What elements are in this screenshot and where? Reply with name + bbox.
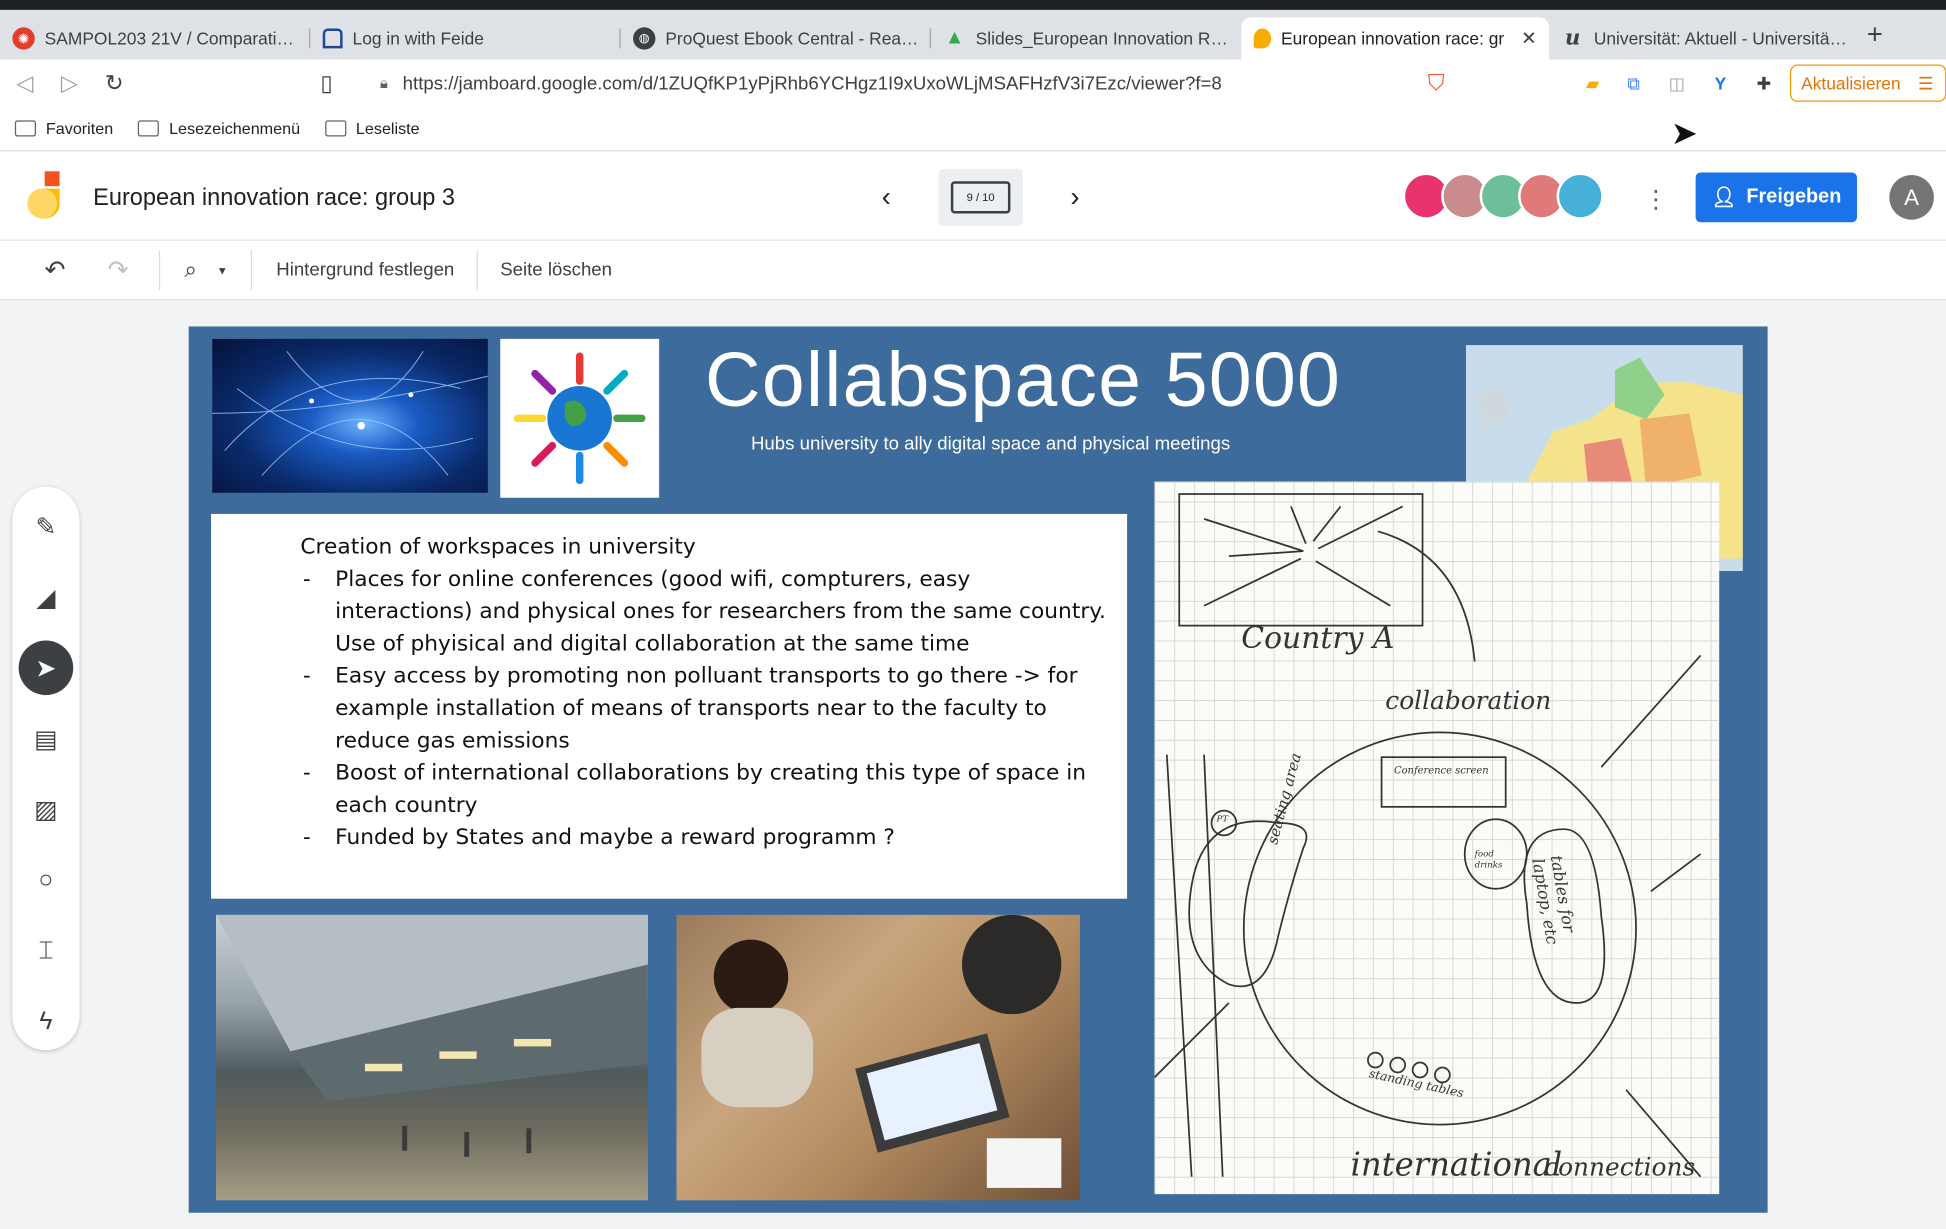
window-top-bar (0, 0, 1946, 10)
folder-icon (138, 120, 160, 137)
slide-subtitle[interactable]: Hubs university to ally digital space an… (751, 433, 1230, 454)
canvas-icon: ✺ (12, 27, 35, 50)
page-indicator: 9 / 10 (950, 181, 1011, 214)
tab-feide[interactable]: Log in with Feide (310, 17, 621, 59)
sketch-label-conference: Conference screen (1393, 764, 1489, 776)
laser-icon[interactable]: ϟ (19, 994, 74, 1049)
folder-icon (324, 120, 346, 137)
url-text: https://jamboard.google.com/d/1ZUQfKP1yP… (402, 72, 1222, 94)
tab-strip: ✺ SAMPOL203 21V / Comparative A Log in w… (0, 9, 1946, 60)
tab-universitaet[interactable]: u Universität: Aktuell - Universität E (1549, 17, 1859, 59)
person-icon: 👤︎ (1711, 187, 1737, 209)
divider (476, 250, 478, 290)
zoom-icon[interactable]: ⌕ (184, 240, 197, 300)
forward-icon[interactable]: ▷ (47, 70, 92, 96)
globe-icon: ◍ (633, 27, 656, 50)
sketch-label-collaboration: collaboration (1385, 685, 1552, 715)
feide-icon (322, 28, 343, 49)
prev-frame-icon[interactable]: ‹ (869, 181, 904, 213)
list-item: Places for online conferences (good wifi… (271, 564, 1127, 661)
list-item: Easy access by promoting non polluant tr… (271, 660, 1127, 757)
tab-proquest[interactable]: ◍ ProQuest Ebook Central - Reader (621, 17, 931, 59)
tool-sidebar: ✎ ◢ ➤ ▤ ▨ ○ ⌶ ϟ (12, 486, 80, 1051)
undo-icon[interactable]: ↶ (45, 240, 66, 300)
bullet-list: Places for online conferences (good wifi… (271, 564, 1127, 854)
lock-icon: 🔒︎ (379, 73, 388, 92)
mouse-cursor-icon: ➤ (1670, 114, 1698, 152)
bookmark-favoriten[interactable]: Favoriten (14, 119, 113, 138)
screen: ✺ SAMPOL203 21V / Comparative A Log in w… (0, 0, 1946, 1229)
browser-toolbar: ◁ ▷ ↻ ▯ 🔒︎ https://jamboard.google.com/d… (0, 59, 1946, 107)
jamboard-header: European innovation race: group 3 ‹ 9 / … (0, 151, 1946, 241)
circle-icon[interactable]: ○ (19, 853, 74, 908)
frame-pager: ‹ 9 / 10 › (869, 168, 1093, 226)
sketch-label-pt: PT (1216, 814, 1229, 825)
menu-icon: ☰ (1918, 72, 1934, 93)
jam-title[interactable]: European innovation race: group 3 (93, 185, 455, 212)
close-tab-icon[interactable]: ✕ (1521, 27, 1537, 50)
building-photo[interactable] (215, 914, 648, 1201)
back-icon[interactable]: ◁ (2, 70, 47, 96)
sketch-label-country: Country A (1241, 620, 1395, 656)
set-background-button[interactable]: Hintergrund festlegen (276, 240, 454, 300)
select-icon[interactable]: ➤ (18, 640, 74, 696)
pen-icon[interactable]: ✎ (19, 499, 74, 554)
folder-icon (14, 120, 36, 137)
next-frame-icon[interactable]: › (1058, 181, 1093, 213)
translate-icon[interactable]: ⧉ (1617, 67, 1649, 99)
chevron-down-icon[interactable]: ▼ (217, 240, 228, 300)
redo-icon[interactable]: ↷ (108, 240, 129, 300)
sketch-label-international: international (1350, 1146, 1563, 1185)
sticky-note-icon[interactable]: ▤ (19, 711, 74, 766)
jam-frame[interactable]: Collabspace 5000 Hubs university to ally… (188, 326, 1768, 1213)
uni-icon: u (1565, 26, 1581, 51)
office-icon[interactable]: ◫ (1661, 67, 1693, 99)
whiteboard-sketch[interactable]: Country A collaboration Conference scree… (1154, 481, 1720, 1195)
sketch-label-connections: connections (1544, 1151, 1696, 1182)
divider (158, 250, 160, 290)
list-item: Boost of international collaborations by… (271, 757, 1127, 822)
bookmark-icon[interactable]: ▯ (304, 71, 349, 97)
content-text-box[interactable]: Creation of workspaces in university Pla… (211, 513, 1128, 899)
content-heading: Creation of workspaces in university (300, 535, 696, 560)
slide-title[interactable]: Collabspace 5000 (705, 336, 1341, 424)
account-avatar[interactable]: A (1889, 175, 1934, 220)
divider (250, 250, 252, 290)
jamboard-icon (1253, 28, 1272, 49)
google-drive-icon: ▲ (944, 27, 965, 49)
brave-shield-icon[interactable]: ⛉ (1420, 67, 1452, 99)
meeting-photo[interactable] (676, 914, 1080, 1201)
people-globe-image[interactable] (500, 338, 660, 498)
bookmarks-bar: Favoriten Lesezeichenmenü Leseliste (0, 106, 1946, 152)
network-globe-image[interactable] (212, 338, 488, 493)
jam-toolbar: ↶ ↷ ⌕ ▼ Hintergrund festlegen Seite lösc… (0, 240, 1946, 301)
collaborator-avatars (1402, 172, 1604, 220)
image-icon[interactable]: ▨ (19, 782, 74, 837)
eraser-icon[interactable]: ◢ (19, 570, 74, 625)
avatar[interactable] (1556, 172, 1604, 220)
update-button[interactable]: Aktualisieren ☰ (1789, 64, 1946, 102)
share-button[interactable]: 👤︎ Freigeben (1695, 172, 1857, 223)
frame-bar-toggle[interactable]: 9 / 10 (938, 168, 1023, 226)
delete-page-button[interactable]: Seite löschen (500, 240, 612, 300)
bookmark-leseliste[interactable]: Leseliste (324, 119, 420, 138)
list-item: Funded by States and maybe a reward prog… (271, 822, 1127, 854)
sketch-label-food: food drinks (1474, 849, 1503, 871)
new-tab-icon[interactable]: + (1867, 19, 1883, 51)
tab-slides[interactable]: ▲ Slides_European Innovation Race (931, 17, 1241, 59)
tab-sampol[interactable]: ✺ SAMPOL203 21V / Comparative A (0, 17, 311, 59)
puzzle-icon[interactable]: ✚ (1748, 67, 1780, 99)
bookmark-lesezeichenmenue[interactable]: Lesezeichenmenü (138, 119, 300, 138)
extension-notes-icon[interactable]: ▰ (1576, 67, 1608, 99)
address-bar[interactable]: 🔒︎ https://jamboard.google.com/d/1ZUQfKP… (360, 65, 1408, 102)
reload-icon[interactable]: ↻ (92, 70, 137, 96)
tab-jamboard[interactable]: European innovation race: gr ✕ (1241, 17, 1550, 60)
text-box-icon[interactable]: ⌶ (19, 924, 74, 979)
more-options-icon[interactable]: ⋮ (1643, 184, 1668, 215)
extension-y-icon[interactable]: Y (1704, 67, 1736, 99)
jamboard-logo[interactable] (25, 169, 67, 224)
